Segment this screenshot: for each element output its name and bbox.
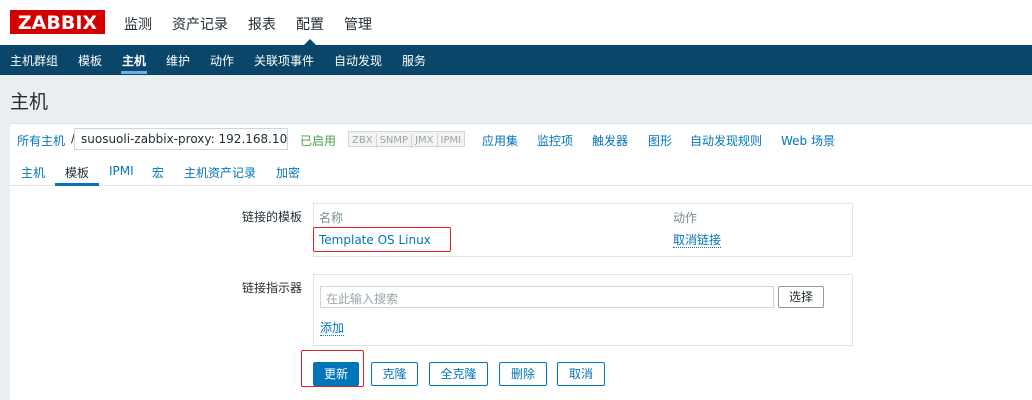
subnav-hosts[interactable]: 主机 [122,52,146,69]
ipmi-badge: IPMI [440,135,462,146]
top-bar: ZABBIX 监测 资产记录 报表 配置 管理 [0,0,1032,45]
tab-macros[interactable]: 宏 [152,164,164,181]
link-triggers[interactable]: 触发器 [592,132,628,149]
cancel-button[interactable]: 取消 [557,362,605,386]
template-search-input[interactable]: 在此输入搜索 [320,286,774,308]
tab-encryption[interactable]: 加密 [276,164,300,181]
jmx-badge: JMX [412,134,438,148]
breadcrumb-host[interactable]: suosuoli-zabbix-proxy: 192.168.10... [74,128,288,150]
select-button[interactable]: 选择 [778,286,824,308]
linked-templates-label: 链接的模板 [242,210,303,224]
subnav-selected-underline [121,71,147,74]
host-tabs: 主机 模板 IPMI 宏 主机资产记录 加密 [10,156,1032,186]
availability-badges: ZBX SNMP JMX IPMI [348,131,466,148]
link-applications[interactable]: 应用集 [482,132,518,149]
subnav-services[interactable]: 服务 [402,52,426,69]
link-web-scenarios[interactable]: Web 场景 [781,132,835,149]
page-title: 主机 [10,91,49,113]
host-status-enabled[interactable]: 已启用 [300,132,336,149]
subnav-correlation[interactable]: 关联项事件 [254,52,314,69]
highlight-template-box [313,227,451,252]
subnav-actions[interactable]: 动作 [210,52,234,69]
breadcrumb: 所有主机 / suosuoli-zabbix-proxy: 192.168.10… [10,123,1032,156]
menu-reports[interactable]: 报表 [248,14,276,34]
tab-inventory[interactable]: 主机资产记录 [184,164,256,181]
subnav-discovery[interactable]: 自动发现 [334,52,382,69]
menu-configuration[interactable]: 配置 [296,14,324,34]
column-action-header: 动作 [673,211,698,225]
templates-form: 链接的模板 名称 动作 Template OS Linux 取消链接 链接指示器… [10,186,1032,400]
full-clone-button[interactable]: 全克隆 [429,362,488,386]
sub-nav: 主机群组 模板 主机 维护 动作 关联项事件 自动发现 服务 [0,45,1032,75]
link-graphs[interactable]: 图形 [648,132,672,149]
add-link[interactable]: 添加 [320,321,345,336]
subnav-maintenance[interactable]: 维护 [166,52,190,69]
zabbix-logo[interactable]: ZABBIX [10,10,105,34]
tab-host[interactable]: 主机 [21,164,45,181]
menu-administration[interactable]: 管理 [344,14,372,34]
tab-templates[interactable]: 模板 [65,164,89,181]
menu-inventory[interactable]: 资产记录 [172,14,228,34]
link-indicator-label: 链接指示器 [242,281,303,295]
link-discovery-rules[interactable]: 自动发现规则 [690,132,762,149]
unlink-link[interactable]: 取消链接 [673,233,722,248]
highlight-update-box [301,350,364,387]
breadcrumb-all-hosts[interactable]: 所有主机 [17,132,65,149]
menu-monitoring[interactable]: 监测 [124,14,152,34]
clone-button[interactable]: 克隆 [371,362,418,386]
link-indicator-box: 在此输入搜索 选择 添加 [313,274,853,346]
snmp-badge: SNMP [377,134,413,148]
subnav-host-groups[interactable]: 主机群组 [10,52,58,69]
link-items[interactable]: 监控项 [537,132,573,149]
column-name-header: 名称 [319,211,344,225]
subnav-templates[interactable]: 模板 [78,52,102,69]
delete-button[interactable]: 删除 [499,362,547,386]
linked-templates-table: 名称 动作 Template OS Linux 取消链接 [313,203,853,257]
zbx-badge: ZBX [349,134,377,148]
tab-ipmi[interactable]: IPMI [109,164,134,178]
